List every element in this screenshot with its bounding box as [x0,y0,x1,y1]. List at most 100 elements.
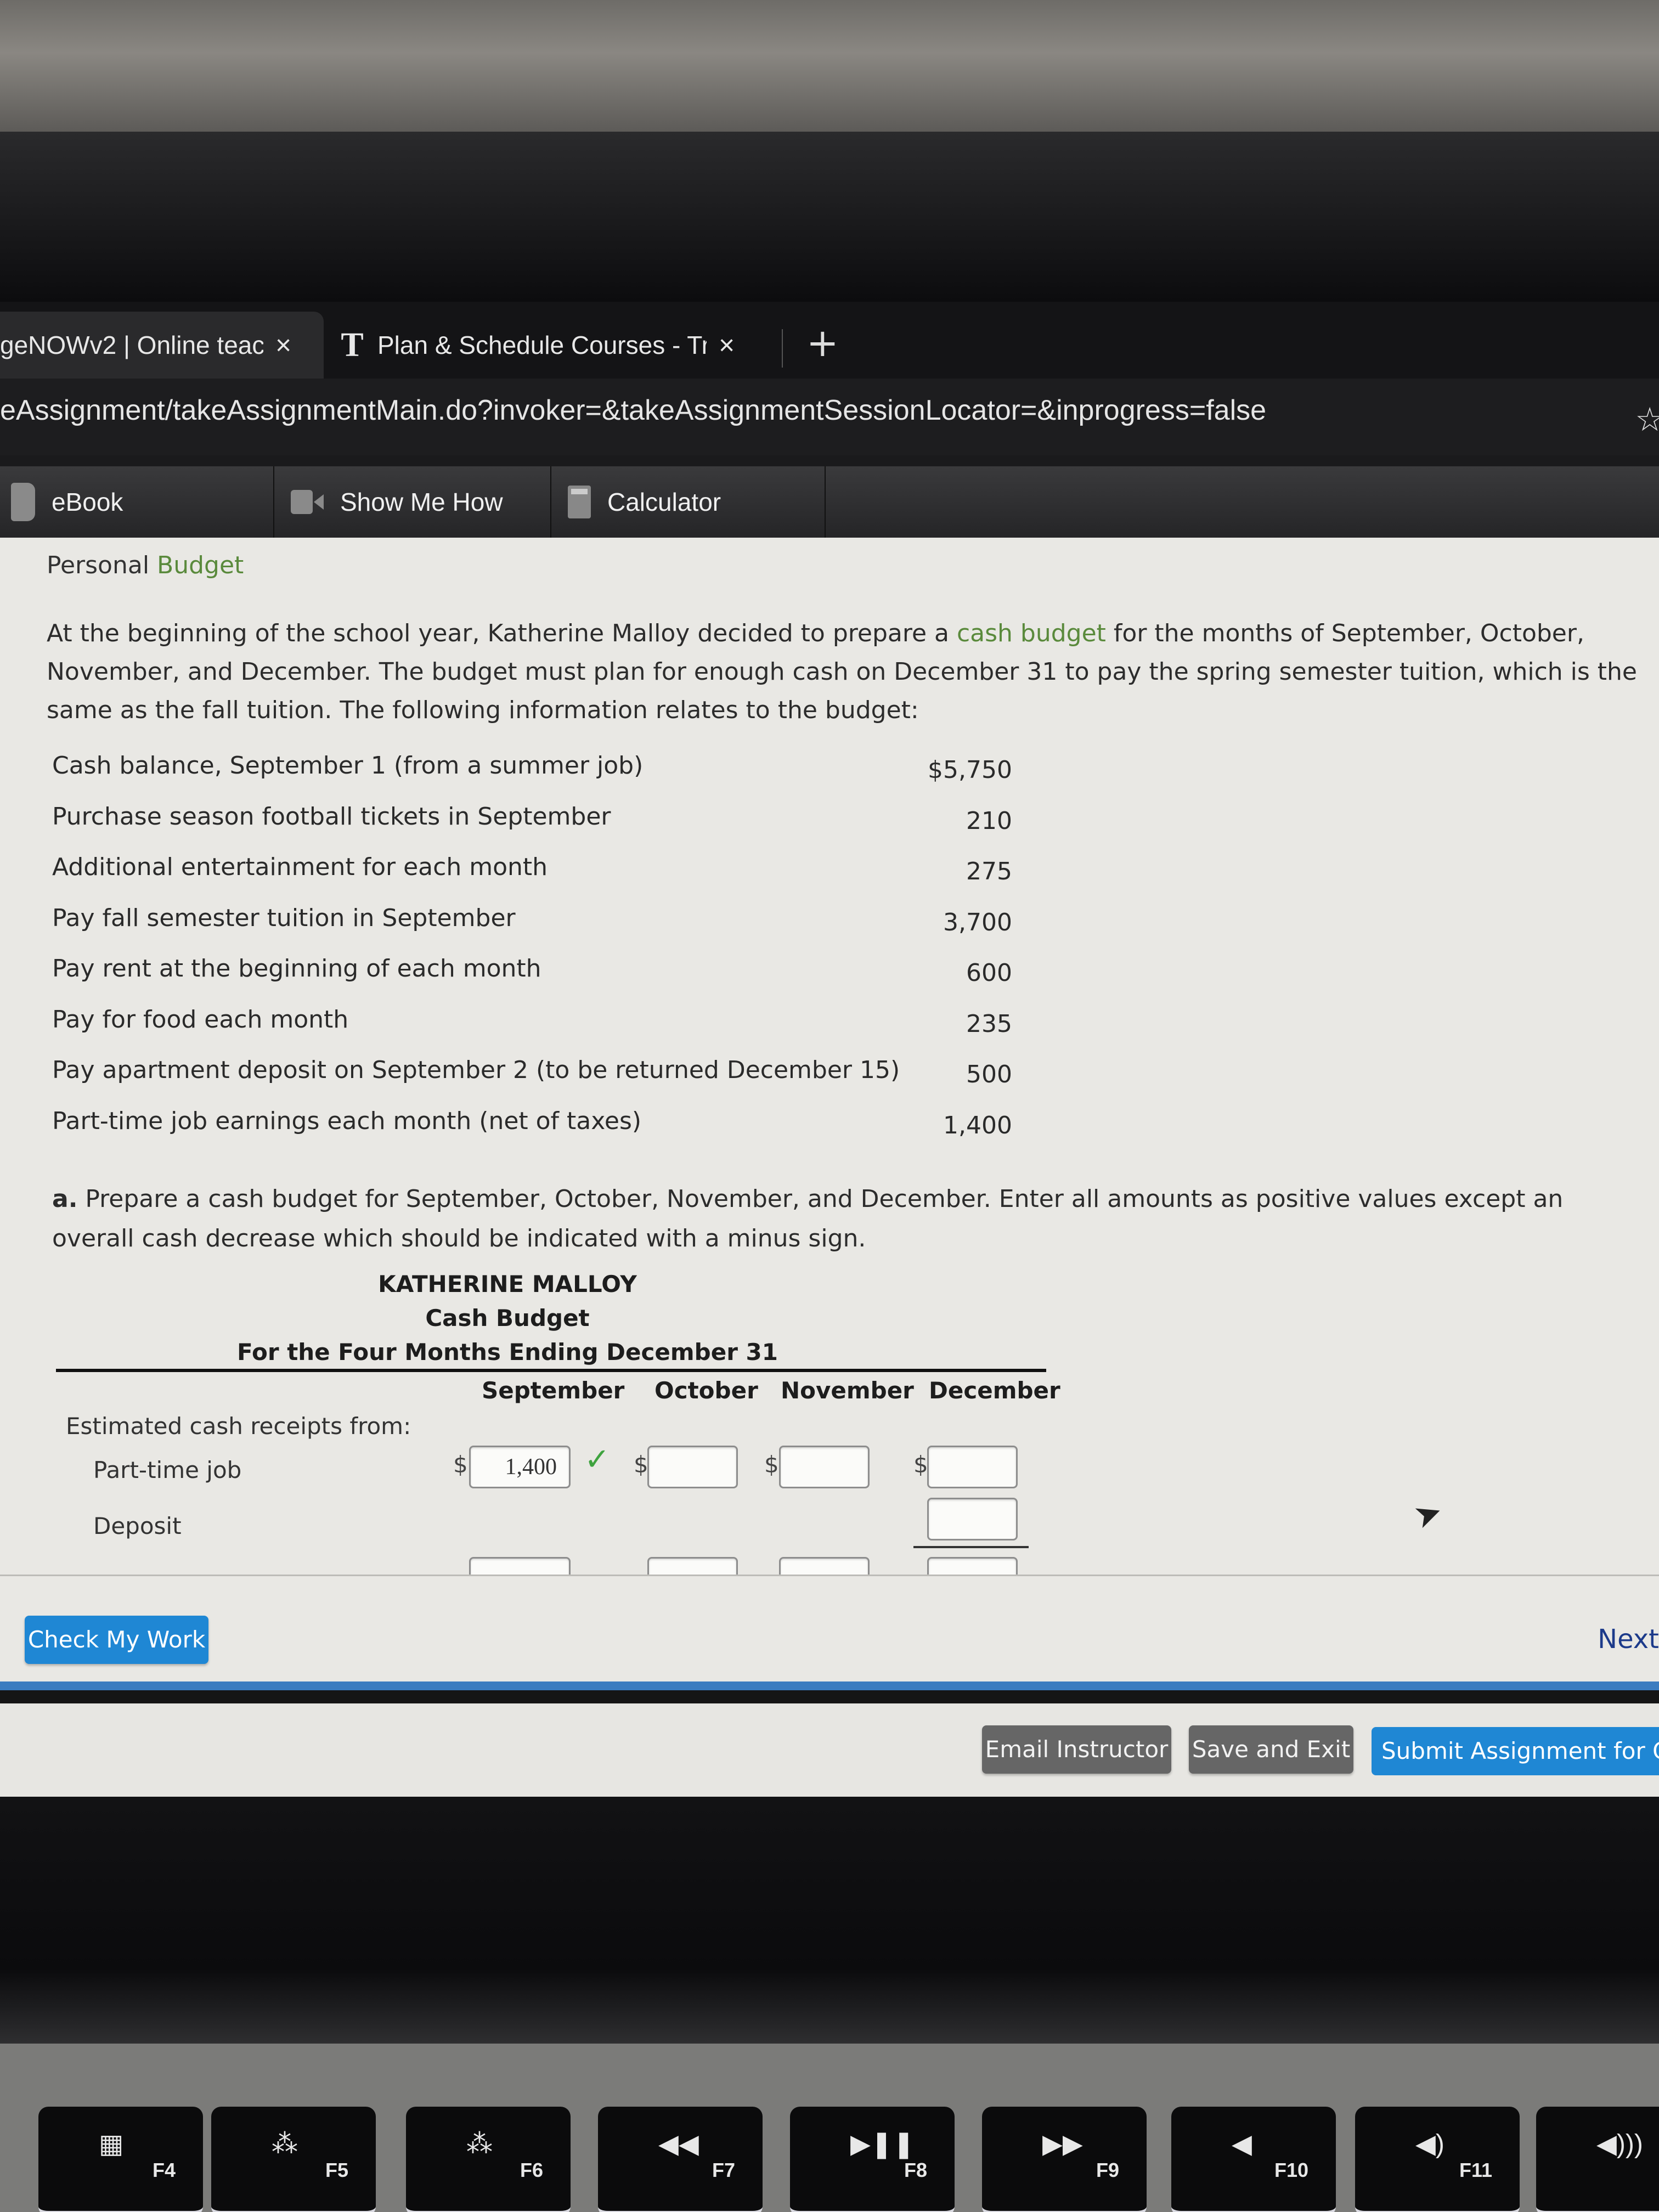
info-label: Pay rent at the beginning of each month [52,955,541,983]
close-tab-icon[interactable]: × [719,329,735,361]
key-f8[interactable]: ▶❚❚ F8 [790,2107,955,2212]
currency-symbol: $ [634,1451,648,1478]
info-label: Pay fall semester tuition in September [52,904,516,932]
calculator-button[interactable]: Calculator [551,466,826,538]
info-value: 235 [966,1009,1012,1038]
statement-period: For the Four Months Ending December 31 [237,1339,778,1365]
part-label: a. [52,1185,78,1213]
video-icon [291,490,324,514]
keyboard-brightness-down-icon: ⁂ [272,2130,298,2159]
info-label: Pay for food each month [52,1005,349,1034]
key-label: F10 [1274,2159,1308,2181]
info-label: Purchase season football tickets in Sept… [52,802,611,831]
key-f5[interactable]: ⁂ F5 [211,2107,376,2212]
key-label: F7 [712,2159,735,2181]
next-link[interactable]: Next [1598,1624,1659,1655]
play-pause-icon: ▶❚❚ [850,2130,915,2159]
tab-plan-schedule-courses[interactable]: T Plan & Schedule Courses - Troy × [340,312,768,379]
submit-assignment-button[interactable]: Submit Assignment for Gra [1372,1727,1659,1775]
total-rule [913,1546,1029,1548]
mute-icon: ◀ [1232,2130,1252,2159]
volume-up-icon: ◀))) [1596,2130,1643,2159]
key-label: F6 [520,2159,543,2181]
info-row: Pay apartment deposit on September 2 (to… [52,1056,1012,1107]
key-f10[interactable]: ◀ F10 [1171,2107,1336,2212]
part-time-job-september-input[interactable]: 1,400 [469,1446,571,1488]
close-tab-icon[interactable]: × [275,329,291,361]
photo-background [0,0,1659,132]
fast-forward-icon: ▶▶ [1042,2130,1083,2159]
deposit-december-input[interactable] [927,1498,1018,1541]
bookmark-star-icon[interactable]: ☆ [1635,400,1659,439]
cash-budget-glossary-link[interactable]: cash budget [957,619,1106,647]
budget-information-table: Cash balance, September 1 (from a summer… [52,752,1012,1158]
problem-title: Personal Budget [47,551,244,579]
instruction-text: Prepare a cash budget for September, Oct… [52,1185,1564,1252]
column-header-november: November [781,1377,914,1404]
volume-down-icon: ◀) [1415,2130,1444,2159]
browser-tabstrip: geNOWv2 | Online teachin × T Plan & Sche… [0,302,1659,379]
column-header-december: December [929,1377,1060,1404]
key-f11[interactable]: ◀) F11 [1355,2107,1520,2212]
currency-symbol: $ [913,1451,928,1478]
troy-favicon-icon: T [341,326,364,364]
email-instructor-button[interactable]: Email Instructor [982,1725,1171,1774]
currency-symbol: $ [453,1451,468,1478]
section-label-receipts: Estimated cash receipts from: [66,1413,411,1440]
rewind-icon: ◀◀ [658,2130,699,2159]
part-time-job-december-input[interactable] [927,1446,1018,1488]
show-me-how-button[interactable]: Show Me How [274,466,551,538]
info-label: Cash balance, September 1 (from a summer… [52,752,644,780]
part-time-job-october-input[interactable] [647,1446,738,1488]
save-and-exit-button[interactable]: Save and Exit [1189,1725,1353,1774]
new-tab-icon[interactable]: + [806,324,839,362]
column-header-october: October [654,1377,758,1404]
part-time-job-november-input[interactable] [779,1446,870,1488]
tab-separator [782,329,783,368]
info-row: Part-time job earnings each month (net o… [52,1107,1012,1158]
url-text[interactable]: eAssignment/takeAssignmentMain.do?invoke… [0,394,1266,427]
key-f9[interactable]: ▶▶ F9 [982,2107,1147,2212]
problem-intro: At the beginning of the school year, Kat… [47,614,1649,730]
info-label: Pay apartment deposit on September 2 (to… [52,1056,900,1084]
cash-budget-heading: KATHERINE MALLOY Cash Budget For the Fou… [55,1267,1048,1369]
launchpad-icon: ▦ [99,2130,124,2159]
nav-bar [0,1575,1659,1681]
info-value: 210 [966,806,1012,835]
key-label: F4 [152,2159,176,2181]
info-label: Part-time job earnings each month (net o… [52,1107,642,1135]
column-header-september: September [482,1377,625,1404]
key-f6[interactable]: ⁂ F6 [406,2107,571,2212]
currency-symbol: $ [764,1451,779,1478]
calculator-label: Calculator [607,488,721,516]
key-f7[interactable]: ◀◀ F7 [598,2107,763,2212]
assignment-toolbar: eBook Show Me How Calculator [0,466,1659,538]
info-row: Additional entertainment for each month 2… [52,853,1012,904]
show-me-how-label: Show Me How [340,488,503,516]
tab-title: geNOWv2 | Online teachin [0,331,263,359]
info-value: $5,750 [928,756,1012,784]
address-bar[interactable]: eAssignment/takeAssignmentMain.do?invoke… [0,379,1659,455]
check-my-work-button[interactable]: Check My Work [25,1616,208,1664]
statement-name: Cash Budget [425,1305,590,1331]
tab-cengagenow[interactable]: geNOWv2 | Online teachin × [0,312,324,379]
budget-glossary-link[interactable]: Budget [157,551,244,579]
correct-check-icon: ✓ [584,1442,610,1477]
row-label-part-time-job: Part-time job [93,1457,242,1483]
part-a-instruction: a. Prepare a cash budget for September, … [52,1180,1643,1259]
tab-title: Plan & Schedule Courses - Troy [377,331,707,359]
ebook-button[interactable]: eBook [0,466,274,538]
key-f12[interactable]: ◀))) [1536,2107,1659,2212]
laptop-bezel [0,1797,1659,2044]
key-label: F9 [1096,2159,1119,2181]
key-f4[interactable]: ▦ F4 [38,2107,203,2212]
row-label-deposit: Deposit [93,1513,182,1539]
screen-bezel [0,132,1659,302]
intro-text: At the beginning of the school year, Kat… [47,619,957,647]
info-value: 500 [966,1060,1012,1088]
info-label: Additional entertainment for each month [52,853,548,881]
section-divider [0,1681,1659,1703]
info-row: Pay for food each month 235 [52,1006,1012,1057]
key-label: F8 [904,2159,927,2181]
info-value: 600 [966,959,1012,987]
